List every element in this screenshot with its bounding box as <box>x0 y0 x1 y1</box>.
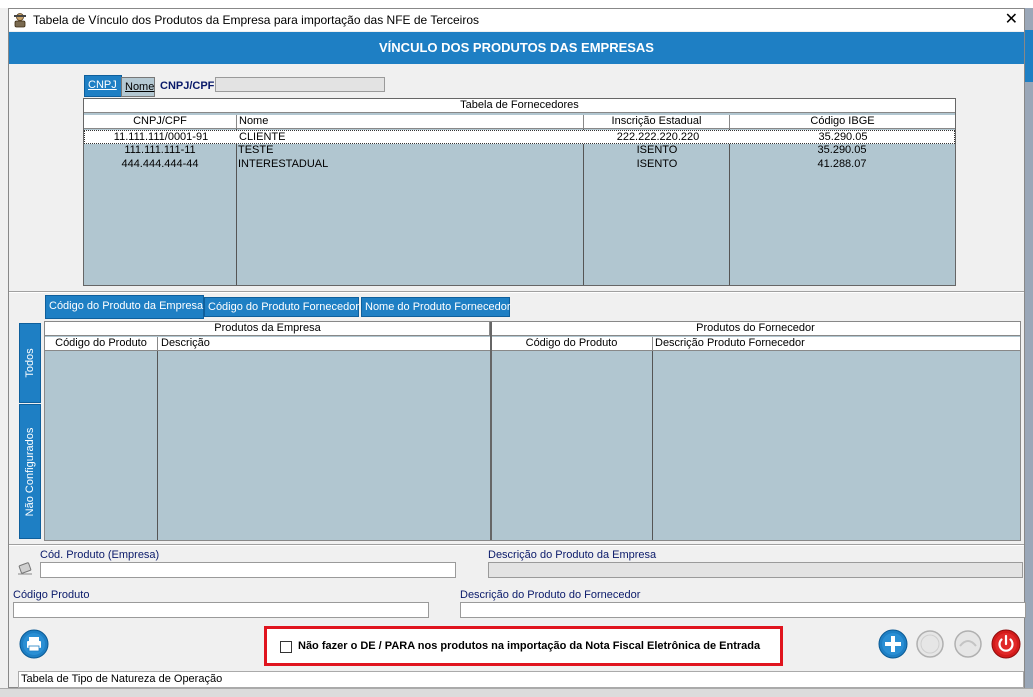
background-strip <box>0 0 1033 8</box>
produtos-table: Produtos da Empresa Produtos do Forneced… <box>44 321 1021 541</box>
column-divider <box>652 351 653 540</box>
column-divider <box>157 351 158 540</box>
tab-nome-label: Nome <box>125 81 155 93</box>
cell-nome: TESTE <box>238 144 274 156</box>
search-field-label: CNPJ/CPF <box>160 80 215 92</box>
tab-nome-produto-fornecedor[interactable]: Nome do Produto Fornecedor <box>361 297 511 317</box>
background-right-edge <box>1025 8 1033 697</box>
produtos-empresa-title: Produtos da Empresa <box>214 322 321 334</box>
side-tab-nao-configurados-label: Não Configurados <box>24 427 36 516</box>
status-bar: Tabela de Tipo de Natureza de Operação <box>18 671 1024 688</box>
add-button[interactable] <box>878 629 908 659</box>
print-button[interactable] <box>19 629 49 659</box>
produtos-fornecedor-title: Produtos do Fornecedor <box>696 322 815 334</box>
side-tab-todos-label: Todos <box>24 348 36 378</box>
fornecedores-table: Tabela de Fornecedores CNPJ/CPF Nome Ins… <box>83 98 956 286</box>
cell-cnpj: 11.111.111/0001-91 <box>113 131 209 143</box>
disabled-action-button-1[interactable] <box>915 629 945 659</box>
power-button[interactable] <box>991 629 1021 659</box>
background-taskbar-edge <box>0 688 1033 697</box>
column-header-fornecedor-descricao[interactable]: Descrição Produto Fornecedor <box>653 337 1020 351</box>
cell-inscricao: 222.222.220.220 <box>616 131 700 143</box>
descricao-fornecedor-input[interactable] <box>460 602 1026 618</box>
side-tab-nao-configurados[interactable]: Não Configurados <box>19 404 41 539</box>
cod-produto-empresa-input[interactable] <box>40 562 456 578</box>
cell-nome: INTERESTADUAL <box>238 158 329 170</box>
descricao-empresa-input[interactable] <box>488 562 1023 578</box>
disabled-action-button-2[interactable] <box>953 629 983 659</box>
cell-ibge: 35.290.05 <box>817 144 867 156</box>
tab-cnpj-label: CNPJ <box>88 79 117 91</box>
cod-produto-empresa-label: Cód. Produto (Empresa) <box>40 549 160 561</box>
nao-fazer-depara-checkbox[interactable] <box>280 641 292 653</box>
produtos-header-row: Código do Produto Descrição Código do Pr… <box>45 337 1020 351</box>
descricao-empresa-label: Descrição do Produto da Empresa <box>488 549 657 561</box>
section-divider <box>9 544 1024 546</box>
tab-codigo-produto-empresa[interactable]: Código do Produto da Empresa <box>45 295 204 319</box>
column-header-empresa-descricao[interactable]: Descrição <box>158 337 491 351</box>
produtos-fornecedor-title-row: Produtos do Fornecedor <box>491 322 1020 336</box>
column-header-fornecedor-codigo[interactable]: Código do Produto <box>491 337 653 351</box>
tab-cnpj[interactable]: CNPJ <box>84 75 122 97</box>
produtos-empresa-title-row: Produtos da Empresa <box>45 322 490 336</box>
status-text: Tabela de Tipo de Natureza de Operação <box>21 673 223 685</box>
column-header-ibge[interactable]: Código IBGE <box>730 115 955 129</box>
side-tab-todos[interactable]: Todos <box>19 323 41 403</box>
table-row[interactable]: 11.111.111/0001-91 CLIENTE 222.222.220.2… <box>84 130 955 144</box>
cell-inscricao: ISENTO <box>636 144 678 156</box>
close-button[interactable]: ✕ <box>1005 10 1018 30</box>
printer-icon <box>27 637 41 652</box>
cell-inscricao: ISENTO <box>636 158 678 170</box>
window-title: Tabela de Vínculo dos Produtos da Empres… <box>33 13 480 27</box>
main-window: Tabela de Vínculo dos Produtos da Empres… <box>8 8 1026 688</box>
title-bar: Tabela de Vínculo dos Produtos da Empres… <box>9 9 1024 31</box>
cell-cnpj: 111.111.111-11 <box>124 144 196 156</box>
table-row[interactable]: 444.444.444-44 INTERESTADUAL ISENTO 41.2… <box>84 158 955 172</box>
cell-nome: CLIENTE <box>239 131 286 143</box>
table-row[interactable]: 111.111.111-11 TESTE ISENTO 35.290.05 <box>84 144 955 158</box>
tab-nome[interactable]: Nome <box>121 77 155 97</box>
codigo-produto-input[interactable] <box>13 602 429 618</box>
search-input[interactable] <box>215 77 385 92</box>
fornecedores-header-row: CNPJ/CPF Nome Inscrição Estadual Código … <box>84 115 955 129</box>
background-right-accent <box>1025 30 1033 82</box>
nao-fazer-depara-label: Não fazer o DE / PARA nos produtos na im… <box>298 640 761 652</box>
eraser-icon[interactable] <box>16 560 34 576</box>
codigo-produto-label: Código Produto <box>13 589 90 601</box>
descricao-fornecedor-label: Descrição do Produto do Fornecedor <box>460 589 641 601</box>
table-split-divider <box>490 322 492 540</box>
cell-ibge: 35.290.05 <box>818 131 868 143</box>
app-icon <box>14 13 26 28</box>
cell-cnpj: 444.444.444-44 <box>121 158 199 170</box>
column-header-nome[interactable]: Nome <box>237 115 584 129</box>
nao-fazer-depara-highlight: Não fazer o DE / PARA nos produtos na im… <box>264 626 783 666</box>
section-divider <box>9 291 1024 293</box>
fornecedores-title-row: Tabela de Fornecedores <box>84 99 955 113</box>
column-header-cnpj[interactable]: CNPJ/CPF <box>84 115 237 129</box>
page-title: VÍNCULO DOS PRODUTOS DAS EMPRESAS <box>9 32 1024 64</box>
tab-codigo-produto-fornecedor[interactable]: Código do Produto Fornecedor <box>204 297 359 317</box>
column-header-empresa-codigo[interactable]: Código do Produto <box>45 337 158 351</box>
column-header-inscricao[interactable]: Inscrição Estadual <box>584 115 730 129</box>
cell-ibge: 41.288.07 <box>817 158 867 170</box>
fornecedores-title: Tabela de Fornecedores <box>460 99 579 111</box>
